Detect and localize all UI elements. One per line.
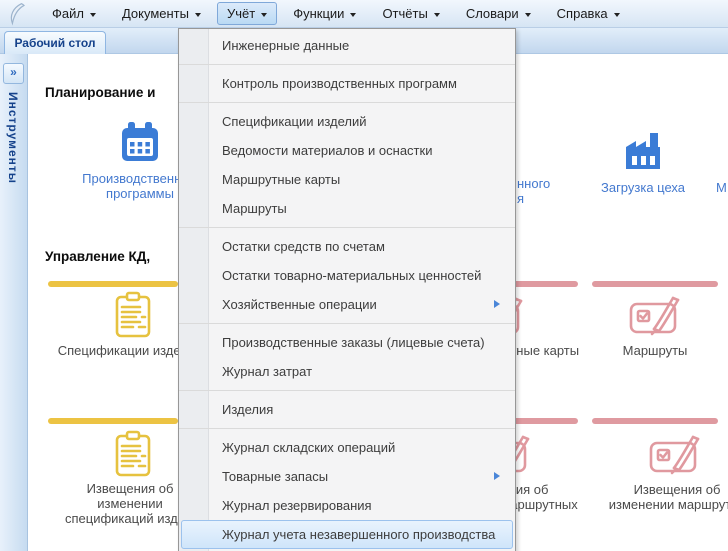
card-label: Извещения об изменении маршрутов <box>597 482 728 512</box>
tab-desktop[interactable]: Рабочий стол <box>4 31 106 54</box>
menu-item-business-operations[interactable]: Хозяйственные операции <box>181 290 513 319</box>
dropdown-caret-icon <box>525 13 531 17</box>
menu-item-routes[interactable]: Маршруты <box>181 194 513 223</box>
menu-item-cost-journal[interactable]: Журнал затрат <box>181 357 513 386</box>
main-menubar: Файл Документы Учёт Функции Отчёты Слова… <box>0 0 728 28</box>
card-accent <box>592 281 718 287</box>
card-accent <box>48 418 178 424</box>
card-accent <box>592 418 718 424</box>
dropdown-caret-icon <box>90 13 96 17</box>
menu-separator <box>179 227 515 228</box>
route-pencil-icon <box>627 290 683 338</box>
menubar-item-file[interactable]: Файл <box>42 2 106 25</box>
section-title-planning: Планирование и <box>45 85 155 100</box>
menu-separator <box>179 64 515 65</box>
app-logo-icon <box>6 2 30 26</box>
menu-item-goods-stocks[interactable]: Товарные запасы <box>181 462 513 491</box>
tile-label-partial: нного я <box>517 176 550 206</box>
menubar-item-functions[interactable]: Функции <box>283 2 366 25</box>
dropdown-caret-icon <box>434 13 440 17</box>
section-title-kd: Управление КД, <box>45 249 150 264</box>
menu-item-reservation-journal[interactable]: Журнал резервирования <box>181 491 513 520</box>
menubar-item-dictionaries[interactable]: Словари <box>456 2 541 25</box>
tools-sidebar: » Инструменты <box>0 54 28 551</box>
expand-sidebar-button[interactable]: » <box>3 63 24 84</box>
dropdown-caret-icon <box>261 13 267 17</box>
tile-label: Загрузка цеха <box>575 180 711 195</box>
sidebar-title[interactable]: Инструменты <box>6 92 20 184</box>
menubar-item-help[interactable]: Справка <box>547 2 630 25</box>
submenu-arrow-icon <box>494 300 500 308</box>
menu-separator <box>179 428 515 429</box>
menu-item-prod-program-control[interactable]: Контроль производственных программ <box>181 69 513 98</box>
menu-item-engineering-data[interactable]: Инженерные данные <box>181 31 513 60</box>
menu-item-wip-journal[interactable]: Журнал учета незавершенного производства <box>181 520 513 549</box>
dropdown-caret-icon <box>350 13 356 17</box>
menu-item-products[interactable]: Изделия <box>181 395 513 424</box>
menu-item-material-lists[interactable]: Ведомости материалов и оснастки <box>181 136 513 165</box>
app-window: Планирование и Производственные программ… <box>0 0 728 551</box>
menubar-item-reports[interactable]: Отчёты <box>372 2 449 25</box>
calendar-icon <box>116 118 164 166</box>
menu-separator <box>179 390 515 391</box>
dropdown-caret-icon <box>614 13 620 17</box>
menu-item-account-balances[interactable]: Остатки средств по счетам <box>181 232 513 261</box>
menu-item-production-orders[interactable]: Производственные заказы (лицевые счета) <box>181 328 513 357</box>
menubar-item-uchet[interactable]: Учёт <box>217 2 277 25</box>
menu-item-product-specs[interactable]: Спецификации изделий <box>181 107 513 136</box>
clipboard-icon <box>111 290 155 340</box>
uchet-dropdown-menu: Инженерные данные Контроль производствен… <box>178 28 516 551</box>
menu-list: Инженерные данные Контроль производствен… <box>179 31 515 549</box>
submenu-arrow-icon <box>494 472 500 480</box>
card-label: Извещения об изменении спецификаций изде… <box>65 481 195 526</box>
menu-item-route-cards[interactable]: Маршрутные карты <box>181 165 513 194</box>
dropdown-caret-icon <box>195 13 201 17</box>
clipboard-icon <box>111 429 155 479</box>
card-label: Маршруты <box>575 343 728 358</box>
menu-separator <box>179 323 515 324</box>
menubar-item-documents[interactable]: Документы <box>112 2 211 25</box>
menu-separator <box>179 102 515 103</box>
tile-label-partial-right: М <box>716 180 727 195</box>
card-accent <box>48 281 178 287</box>
route-pencil-icon <box>647 429 703 477</box>
menu-item-warehouse-journal[interactable]: Журнал складских операций <box>181 433 513 462</box>
menu-item-inventory-balances[interactable]: Остатки товарно-материальных ценностей <box>181 261 513 290</box>
factory-icon <box>619 126 667 174</box>
